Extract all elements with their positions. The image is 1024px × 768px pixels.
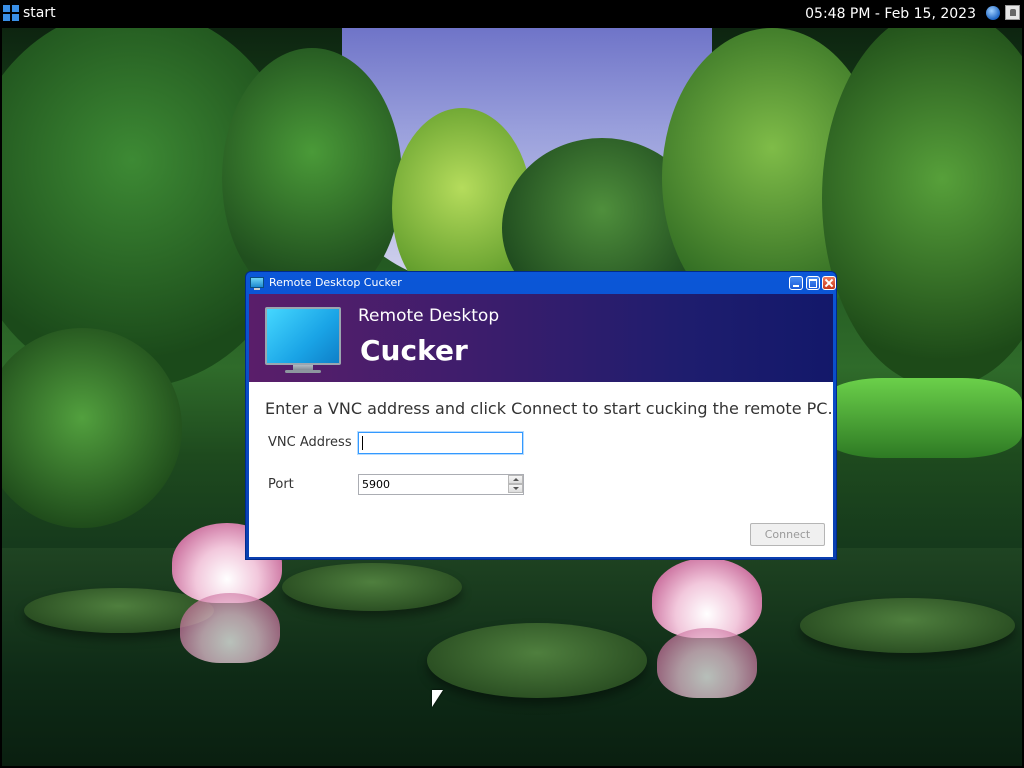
vnc-address-input[interactable] [357, 431, 524, 455]
app-monitor-icon [250, 277, 264, 290]
monitor-icon [265, 307, 341, 365]
header-banner: Remote Desktop Cucker [249, 294, 833, 382]
taskbar-clock[interactable]: 05:48 PM - Feb 15, 2023 [805, 5, 976, 23]
start-button[interactable]: start [3, 4, 56, 22]
port-stepper[interactable]: 5900 [358, 474, 524, 495]
port-decrement-button[interactable] [508, 484, 523, 493]
mouse-cursor-icon [432, 690, 443, 707]
globe-icon[interactable] [986, 6, 1000, 20]
taskbar: start 05:48 PM - Feb 15, 2023 [0, 0, 1024, 26]
window-titlebar[interactable]: Remote Desktop Cucker [246, 272, 836, 294]
remote-desktop-window: Remote Desktop Cucker Remote Desktop Cuc… [245, 271, 837, 560]
vnc-address-label: VNC Address [268, 435, 352, 450]
port-increment-button[interactable] [508, 475, 523, 484]
connect-button[interactable]: Connect [750, 523, 825, 546]
windows-logo-icon [3, 5, 19, 21]
port-value[interactable]: 5900 [362, 477, 390, 492]
window-client-area: Remote Desktop Cucker Enter a VNC addres… [249, 294, 833, 557]
banner-subtitle: Remote Desktop [358, 306, 500, 326]
start-label: start [23, 5, 56, 21]
close-button[interactable] [822, 276, 836, 290]
instructions-text: Enter a VNC address and click Connect to… [265, 399, 833, 418]
maximize-button[interactable] [806, 276, 820, 290]
port-label: Port [268, 477, 294, 492]
window-title: Remote Desktop Cucker [269, 276, 402, 289]
user-icon[interactable] [1005, 5, 1020, 20]
banner-title: Cucker [360, 334, 468, 367]
minimize-button[interactable] [789, 276, 803, 290]
text-caret [362, 436, 363, 450]
